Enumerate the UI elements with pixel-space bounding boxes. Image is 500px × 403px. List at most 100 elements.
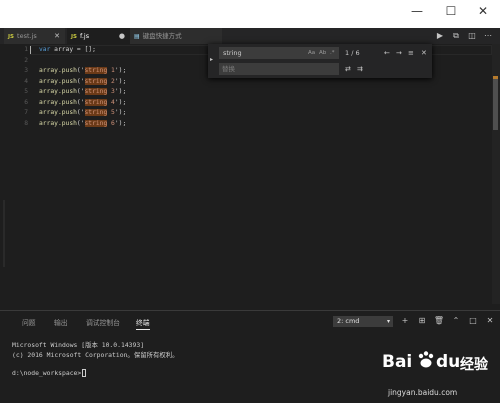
split-compare-icon[interactable]: ⧉ [450,28,462,44]
baidu-jingyan-watermark: Bai du 经验 jingyan.baidu.com [380,348,500,403]
js-file-icon: JS [8,34,15,40]
toggle-replace-icon[interactable]: ▸ [210,56,213,63]
toggle-panel-icon[interactable]: □ [467,315,479,327]
function-call: array.push [39,77,77,85]
title-bar: — ☐ ✕ [0,0,500,28]
code-text: '); [114,88,127,95]
tab-keyboard-shortcuts[interactable]: ▤ 键盘快捷方式 [130,28,222,44]
watermark-cn: 经验 [460,357,488,373]
doc-icon: ▤ [134,33,140,40]
js-file-icon: JS [71,34,78,40]
code-line: var array = []; [39,46,96,53]
gutter-fold-indicator [3,200,5,267]
previous-match-icon[interactable]: ← [384,48,390,58]
minimize-button[interactable]: — [400,0,434,24]
close-tab-icon[interactable]: ✕ [54,28,60,44]
string-literal: 6 [107,119,115,127]
terminal-select[interactable]: 2: cmd ▾ [333,316,393,327]
code-line: array.push('string 2'); [39,77,127,85]
match-case-icon[interactable]: Aa [308,48,315,58]
code-line: array.push('string 6'); [39,119,127,127]
keyword: var [39,46,51,53]
tab-debug-console[interactable]: 调试控制台 [86,317,120,327]
line-number: 5 [24,88,28,95]
maximize-panel-icon[interactable]: ⌃ [450,315,462,327]
line-number: 7 [24,109,28,116]
terminal-select-value: 2: cmd [337,317,360,325]
tab-output[interactable]: 输出 [54,317,68,327]
find-input[interactable]: string Aa Ab .* [219,47,339,59]
overview-ruler-match [493,76,498,79]
chevron-down-icon: ▾ [386,318,390,325]
function-call: array.push [39,109,77,116]
find-in-selection-icon[interactable]: ≡ [408,48,414,58]
code-text: (' [76,77,85,85]
unsaved-dot-icon[interactable]: ● [119,28,125,44]
line-number: 4 [24,77,28,85]
split-terminal-icon[interactable]: ⊞ [416,315,428,327]
code-line: array.push('string 4'); [39,98,126,106]
string-literal: 1 [107,67,115,74]
terminal-prompt-text: d:\node_workspace> [12,369,82,377]
replace-input[interactable]: 替换 [219,63,339,75]
code-text: (' [76,119,85,127]
line-number: 8 [24,119,28,127]
function-call: array.push [39,119,77,127]
tab-label: 键盘快捷方式 [142,32,182,40]
replace-icon[interactable]: ⇄ [345,64,351,74]
tab-label: test.js [17,32,37,40]
code-text: '); [114,67,127,74]
regex-icon[interactable]: .* [330,48,335,58]
close-find-icon[interactable]: ✕ [421,48,427,58]
string-literal: 2 [107,77,115,85]
string-literal: 5 [107,109,115,116]
next-match-icon[interactable]: → [396,48,402,58]
editor-tab-bar: JS test.js ✕ JS f.js ● ▤ 键盘快捷方式 [0,28,500,44]
tab-problems[interactable]: 问题 [22,317,36,327]
maximize-button[interactable]: ☐ [434,0,468,24]
editor-actions: ▶ ⧉ ◫ ⋯ [434,28,498,44]
kill-terminal-icon[interactable]: 🗑 [433,315,445,327]
tab-test-js[interactable]: JS test.js ✕ [4,28,65,44]
code-editor[interactable]: 1 2 3 4 5 6 7 8 var array = []; array.pu… [0,44,492,304]
function-call: array.push [39,67,77,74]
code-text: (' [76,109,85,116]
run-icon[interactable]: ▶ [434,28,446,44]
code-text: '); [114,109,127,116]
more-icon[interactable]: ⋯ [482,28,494,44]
watermark-url: jingyan.baidu.com [388,388,458,397]
search-match: string [84,109,108,116]
text-cursor [30,46,31,54]
search-match: string [84,77,108,85]
watermark-brand: Bai [382,352,413,372]
code-text: (' [76,67,85,74]
replace-all-icon[interactable]: ⇉ [357,64,363,74]
string-literal: 3 [107,88,115,95]
line-number: 1 [24,46,28,53]
function-call: array.push [39,88,77,95]
terminal-line: (c) 2016 Microsoft Corporation。保留所有权利。 [12,351,179,359]
close-panel-icon[interactable]: ✕ [484,315,496,327]
match-count: 1 / 6 [345,49,360,57]
code-text: array = []; [50,46,96,53]
tab-terminal[interactable]: 终端 [136,317,150,330]
terminal-line: Microsoft Windows [版本 10.0.14393] [12,341,145,349]
scrollbar-thumb[interactable] [493,78,498,130]
code-text: '); [114,119,127,127]
search-match: string [84,67,108,74]
new-terminal-icon[interactable]: + [399,315,411,327]
terminal-prompt[interactable]: d:\node_workspace> [12,369,87,377]
split-editor-icon[interactable]: ◫ [466,28,478,44]
code-text: (' [76,98,85,106]
code-text: (' [76,88,85,95]
code-line: array.push('string 5'); [39,109,126,116]
code-text: '); [114,77,127,85]
line-number: 3 [24,67,28,74]
code-line: array.push('string 3'); [39,88,126,95]
search-match: string [84,88,108,95]
tab-f-js[interactable]: JS f.js ● [67,28,130,44]
function-call: array.push [39,98,77,106]
string-literal: 4 [107,98,115,106]
close-window-button[interactable]: ✕ [466,0,500,24]
match-whole-word-icon[interactable]: Ab [319,48,326,58]
